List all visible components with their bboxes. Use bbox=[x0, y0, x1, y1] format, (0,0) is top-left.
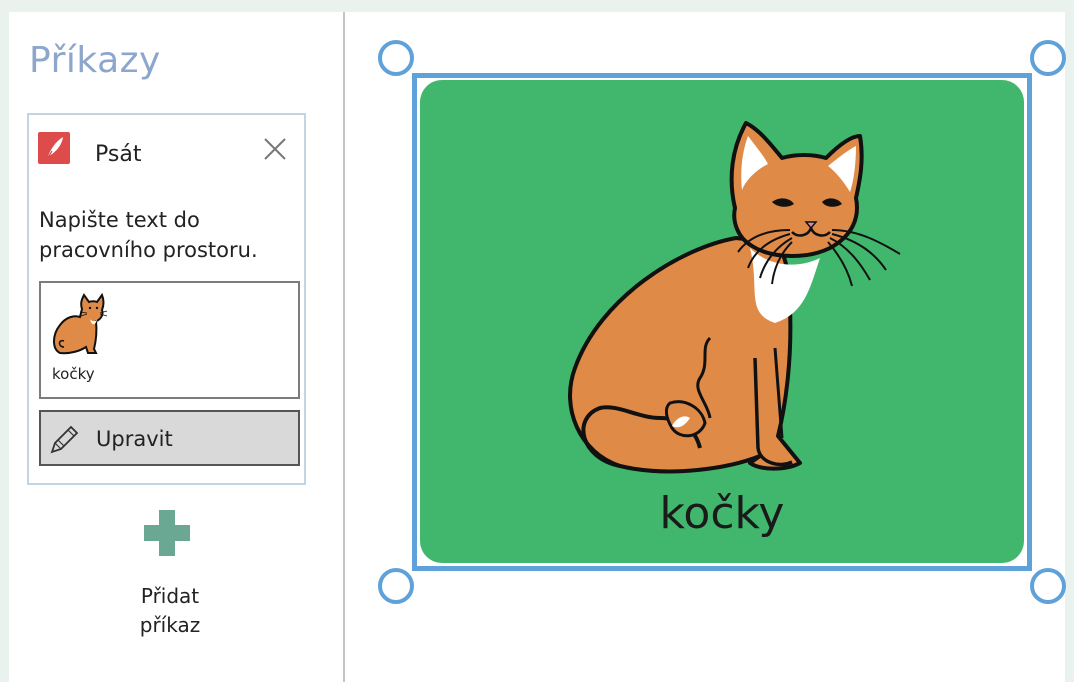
panel-divider bbox=[343, 12, 345, 682]
add-command-label: Přidat příkaz bbox=[139, 584, 201, 637]
resize-handle-top-right[interactable] bbox=[1030, 40, 1066, 76]
quill-icon bbox=[38, 132, 70, 164]
symbol-picker[interactable]: kočky bbox=[39, 281, 300, 399]
resize-handle-bottom-right[interactable] bbox=[1030, 568, 1066, 604]
selection-frame bbox=[412, 73, 1032, 571]
close-icon[interactable] bbox=[263, 137, 287, 161]
command-card: Psát Napište text do pracovního prostoru… bbox=[27, 113, 306, 485]
resize-handle-top-left[interactable] bbox=[378, 40, 414, 76]
resize-handle-bottom-left[interactable] bbox=[378, 568, 414, 604]
edit-button-label: Upravit bbox=[96, 427, 173, 451]
edit-button[interactable]: Upravit bbox=[39, 410, 300, 466]
command-title: Psát bbox=[95, 142, 142, 167]
panel-title: Příkazy bbox=[29, 40, 161, 81]
symbol-label: kočky bbox=[52, 365, 95, 383]
add-command-button[interactable]: Přidat příkaz bbox=[110, 508, 230, 648]
pencil-icon bbox=[47, 423, 81, 461]
command-description: Napište text do pracovního prostoru. bbox=[39, 208, 258, 262]
plus-icon bbox=[137, 510, 197, 560]
cat-thumbnail bbox=[50, 291, 112, 361]
